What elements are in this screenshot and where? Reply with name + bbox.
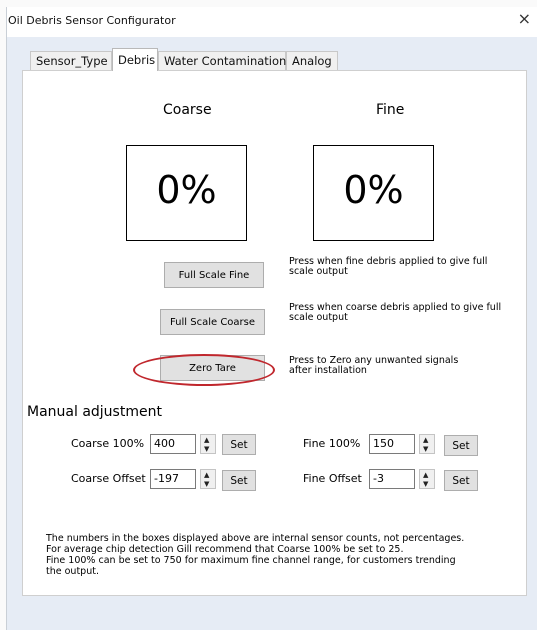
fine-100-set-button[interactable]: Set — [444, 435, 478, 456]
spin-up-icon[interactable]: ▲ — [204, 471, 209, 479]
app-window: Oil Debris Sensor Configurator × Sensor_… — [6, 7, 537, 630]
coarse-offset-set-button[interactable]: Set — [222, 470, 256, 491]
fine-100-label: Fine 100% — [303, 437, 361, 450]
tab-analog[interactable]: Analog — [286, 51, 338, 70]
tab-sensor-type[interactable]: Sensor_Type — [30, 51, 112, 70]
coarse-offset-label: Coarse Offset — [71, 472, 146, 485]
full-scale-fine-button[interactable]: Full Scale Fine — [164, 262, 264, 288]
help-note-line: the output. — [46, 566, 99, 577]
fine-readout-box: 0% — [313, 145, 434, 241]
full-scale-fine-hint: Press when fine debris applied to give f… — [289, 257, 487, 277]
coarse-100-set-button[interactable]: Set — [222, 434, 256, 455]
fine-offset-label: Fine Offset — [303, 472, 362, 485]
spin-down-icon[interactable]: ▼ — [204, 480, 209, 488]
coarse-readout-value: 0% — [156, 168, 217, 212]
coarse-100-label: Coarse 100% — [71, 437, 145, 450]
help-note-line: Fine 100% can be set to 750 for maximum … — [46, 555, 456, 566]
screenshot-frame: Oil Debris Sensor Configurator × Sensor_… — [0, 0, 537, 630]
debris-panel: Coarse Fine 0% 0% Full Scale Fine Press … — [22, 70, 527, 596]
full-scale-coarse-hint-line2: scale output — [289, 312, 348, 323]
tab-debris[interactable]: Debris — [112, 48, 158, 71]
coarse-100-stepper[interactable]: ▲ ▼ — [200, 434, 216, 454]
title-bar: Oil Debris Sensor Configurator × — [7, 7, 537, 37]
help-note: The numbers in the boxes displayed above… — [46, 533, 464, 577]
full-scale-coarse-button[interactable]: Full Scale Coarse — [160, 309, 265, 335]
full-scale-coarse-hint: Press when coarse debris applied to give… — [289, 303, 501, 323]
fine-heading: Fine — [376, 102, 405, 118]
spin-up-icon[interactable]: ▲ — [423, 436, 428, 444]
coarse-offset-stepper[interactable]: ▲ ▼ — [200, 469, 216, 489]
window-title: Oil Debris Sensor Configurator — [8, 14, 176, 27]
close-icon[interactable]: × — [518, 11, 531, 27]
tab-water-contamination[interactable]: Water Contamination — [158, 51, 286, 70]
fine-offset-input[interactable]: -3 — [369, 469, 415, 489]
coarse-offset-input[interactable]: -197 — [150, 469, 196, 489]
zero-tare-hint-line2: after installation — [289, 365, 367, 376]
help-note-line: The numbers in the boxes displayed above… — [46, 533, 465, 544]
fine-readout-value: 0% — [343, 168, 404, 212]
fine-100-stepper[interactable]: ▲ ▼ — [419, 434, 435, 454]
spin-down-icon[interactable]: ▼ — [204, 445, 209, 453]
spin-down-icon[interactable]: ▼ — [423, 480, 428, 488]
coarse-readout-box: 0% — [126, 145, 247, 241]
coarse-100-input[interactable]: 400 — [150, 434, 196, 454]
spin-down-icon[interactable]: ▼ — [423, 445, 428, 453]
coarse-heading: Coarse — [163, 102, 212, 118]
fine-offset-set-button[interactable]: Set — [444, 470, 478, 491]
spin-up-icon[interactable]: ▲ — [204, 436, 209, 444]
fine-offset-stepper[interactable]: ▲ ▼ — [419, 469, 435, 489]
full-scale-fine-hint-line2: scale output — [289, 266, 348, 277]
zero-tare-hint: Press to Zero any unwanted signals after… — [289, 356, 458, 376]
spin-up-icon[interactable]: ▲ — [423, 471, 428, 479]
zero-tare-button[interactable]: Zero Tare — [160, 355, 265, 381]
manual-adjustment-heading: Manual adjustment — [27, 404, 162, 420]
help-note-line: For average chip detection Gill recommen… — [46, 544, 404, 555]
fine-100-input[interactable]: 150 — [369, 434, 415, 454]
client-area: Sensor_Type Debris Water Contamination A… — [7, 37, 537, 630]
